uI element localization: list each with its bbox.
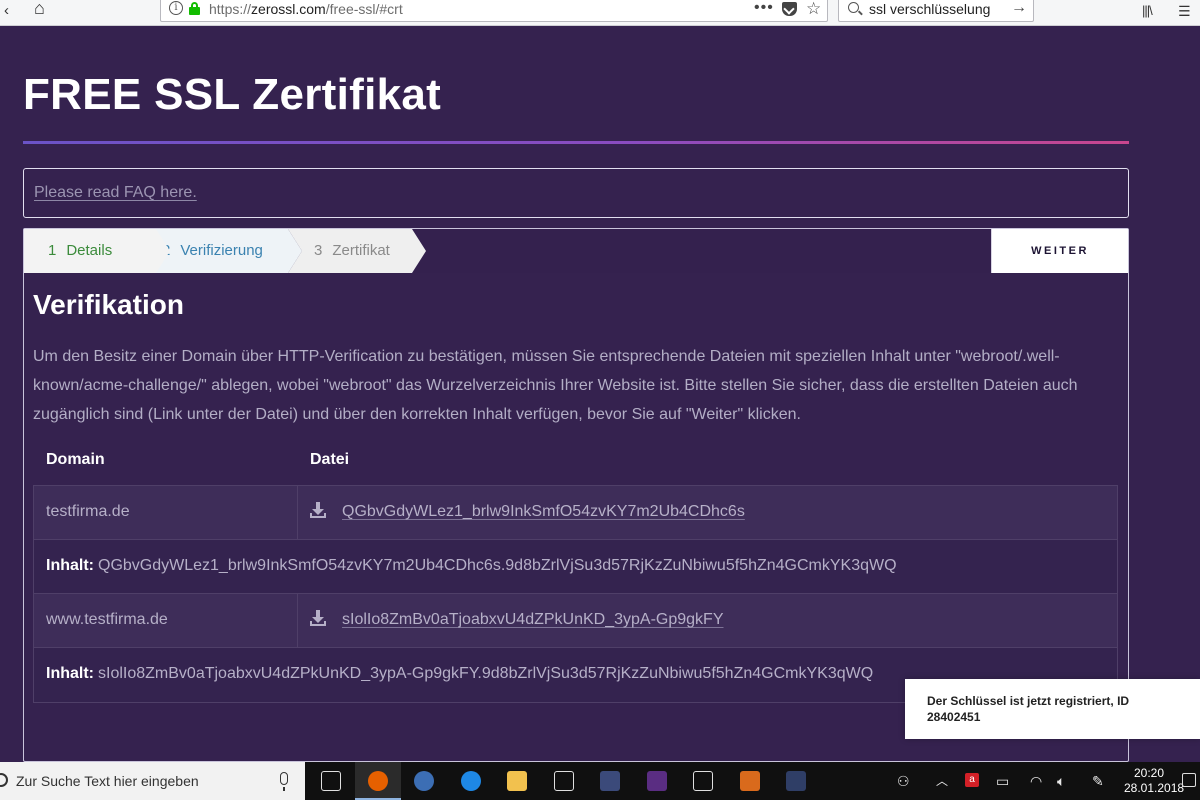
bookmark-star-icon[interactable]: ☆ [806,0,821,19]
app-11-icon [786,771,806,791]
file-download-link[interactable]: QGbvGdyWLez1_brlw9InkSmfO54zvKY7m2Ub4CDh… [342,503,745,521]
download-icon[interactable] [310,610,326,628]
domain-cell: testfirma.de [46,503,130,520]
verification-heading: Verifikation [33,289,184,320]
pen-icon[interactable]: ✎ [1092,772,1104,790]
table-row: testfirma.de QGbvGdyWLez1_brlw9InkSmfO54… [34,486,1117,540]
column-header-file: Datei [310,451,350,468]
search-go-icon[interactable]: → [1011,0,1027,17]
taskbar-search-input[interactable]: Zur Suche Text hier eingeben [16,773,199,789]
taskbar-app-app-10[interactable] [727,762,773,800]
verification-table: testfirma.de QGbvGdyWLez1_brlw9InkSmfO54… [33,485,1118,703]
column-header-domain: Domain [46,451,105,468]
title-divider [23,141,1129,144]
step-details[interactable]: 1 Details [24,229,170,273]
pocket-icon[interactable] [782,2,797,16]
edge-icon [460,771,481,791]
taskbar-app-app-8[interactable] [634,762,680,800]
step-zertifikat[interactable]: 3 Zertifikat [288,229,426,273]
antivirus-icon[interactable]: a [965,773,979,787]
search-icon [848,2,859,13]
app-10-icon [739,771,760,791]
wizard-steps: 3Zertifikat 2Verifizierung 1Details WEIT… [24,229,1128,273]
battery-icon[interactable]: ▭ [996,772,1009,790]
clock-date: 28.01.2018 [1124,781,1185,795]
page-info-icon[interactable]: i [169,1,183,15]
thunderbird-icon [414,771,434,791]
mail-icon [553,771,574,791]
domain-cell: www.testfirma.de [46,611,168,628]
file-content: Inhalt: QGbvGdyWLez1_brlw9InkSmfO54zvKY7m… [46,557,897,574]
people-icon[interactable]: ⚇ [897,772,910,790]
library-icon[interactable]: |||\ [1142,1,1153,21]
verification-description: Um den Besitz einer Domain über HTTP-Ver… [33,348,1078,423]
page-title: FREE SSL Zertifikat [23,70,442,119]
taskbar-clock[interactable]: 20:20 28.01.2018 [1124,766,1185,796]
home-icon[interactable]: ⌂ [34,0,45,18]
download-icon[interactable] [310,502,326,520]
taskbar-app-app-7[interactable] [587,762,633,800]
menu-icon[interactable]: ☰ [1178,1,1191,21]
wifi-icon[interactable]: ◠ [1030,772,1042,790]
browser-search-bar[interactable]: ssl verschlüsselung → [838,0,1034,22]
weiter-button[interactable]: WEITER [991,229,1128,273]
firefox-icon [367,771,388,791]
faq-box: Please read FAQ here. [23,168,1129,218]
taskbar-search[interactable]: Zur Suche Text hier eingeben [0,762,305,800]
browser-toolbar: ‹ ⌂ i https://zerossl.com/free-ssl/#crt … [0,0,1200,26]
taskbar-app-file-explorer[interactable] [494,762,540,800]
app-7-icon [600,771,620,791]
back-arrow-icon[interactable]: ‹ [4,1,9,21]
table-row: www.testfirma.de sIolIo8ZmBv0aTjoabxvU4d… [34,594,1117,648]
url-bar[interactable]: i https://zerossl.com/free-ssl/#crt ••• … [160,0,828,22]
volume-icon[interactable]: 🔈︎ [1057,772,1065,790]
lock-icon[interactable] [189,2,200,15]
file-content: Inhalt: sIolIo8ZmBv0aTjoabxvU4dZPkUnKD_3y… [46,665,874,682]
url-text[interactable]: https://zerossl.com/free-ssl/#crt [209,1,403,17]
file-download-link[interactable]: sIolIo8ZmBv0aTjoabxvU4dZPkUnKD_3ypA-Gp9g… [342,611,724,629]
taskbar-app-firefox[interactable] [354,762,401,800]
windows-taskbar: Zur Suche Text hier eingeben ⚇ ︿ a ▭ ◠ 🔈… [0,762,1200,800]
page-actions-icon[interactable]: ••• [754,0,774,17]
taskbar-app-task-view[interactable] [308,762,354,800]
cortana-icon [0,773,8,787]
taskbar-app-thunderbird[interactable] [401,762,447,800]
task-view-icon [321,771,341,791]
clock-time: 20:20 [1133,766,1165,780]
app-8-icon [646,771,667,791]
taskbar-app-store[interactable] [680,762,726,800]
notification-center-icon[interactable] [1182,773,1196,787]
toast-message: Der Schlüssel ist jetzt registriert, ID … [927,694,1130,724]
notification-toast[interactable]: Der Schlüssel ist jetzt registriert, ID … [905,679,1200,739]
taskbar-app-mail[interactable] [541,762,587,800]
microphone-icon[interactable] [280,772,288,791]
browser-search-input[interactable]: ssl verschlüsselung [869,1,990,17]
taskbar-app-edge[interactable] [448,762,494,800]
chevron-up-icon[interactable]: ︿ [936,772,948,790]
file-explorer-icon [507,771,527,791]
table-row: Inhalt: QGbvGdyWLez1_brlw9InkSmfO54zvKY7m… [34,540,1117,594]
taskbar-app-app-11[interactable] [773,762,819,800]
faq-link[interactable]: Please read FAQ here. [34,184,197,202]
store-icon [693,771,713,791]
